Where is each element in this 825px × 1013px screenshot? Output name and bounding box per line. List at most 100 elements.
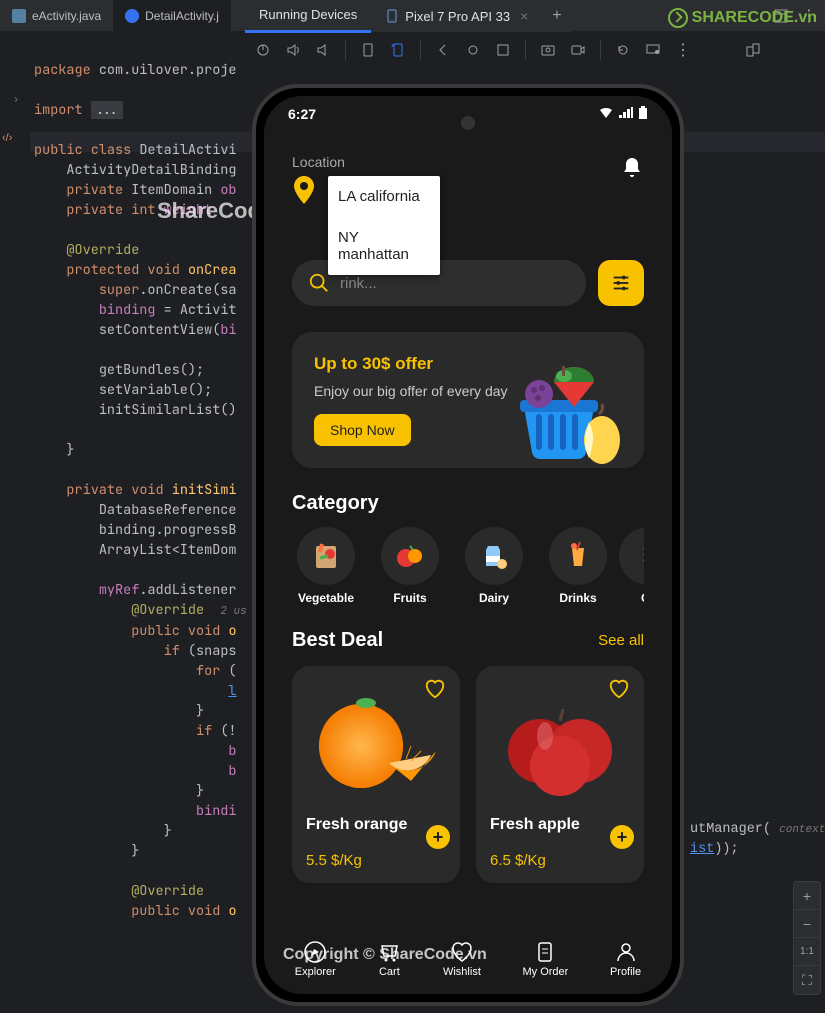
code-text: = Activit: [156, 301, 237, 319]
app-content: Location LA california NY manhattan rink…: [264, 144, 672, 994]
code-editor[interactable]: package com.uilover.proje import ... pub…: [34, 40, 247, 921]
code-text: (!: [220, 722, 236, 740]
signal-icon: [618, 106, 634, 120]
category-label: Dairy: [479, 591, 509, 605]
zoom-in-button[interactable]: +: [794, 882, 820, 910]
link[interactable]: l: [228, 682, 236, 700]
deal-card-apple[interactable]: Fresh apple 6.5 $/Kg +: [476, 666, 644, 883]
offer-card[interactable]: Up to 30$ offer Enjoy our big offer of e…: [292, 332, 644, 468]
dropdown-item-ny[interactable]: NY manhattan: [328, 217, 440, 275]
sharecode-logo: SHARECODE.vn: [668, 8, 817, 28]
add-button[interactable]: +: [426, 825, 450, 849]
volume-down-icon[interactable]: [315, 42, 331, 58]
tab-detailactivity[interactable]: DetailActivity.j: [113, 0, 231, 31]
nav-explorer[interactable]: Explorer: [295, 940, 336, 978]
keyword: public: [34, 141, 83, 159]
variable: binding: [99, 301, 156, 319]
phone-screen[interactable]: 6:27 Location LA california NY manhattan: [264, 96, 672, 994]
drinks-icon: [560, 538, 596, 574]
reload-icon[interactable]: [615, 42, 631, 58]
power-icon[interactable]: [255, 42, 271, 58]
screenshot-icon[interactable]: [540, 42, 556, 58]
category-fruits[interactable]: Fruits: [376, 527, 444, 605]
brace: }: [196, 702, 204, 720]
overview-icon[interactable]: [495, 42, 511, 58]
display-settings-icon[interactable]: [645, 42, 661, 58]
method: o: [228, 622, 236, 640]
heart-icon[interactable]: [608, 678, 630, 700]
dropdown-item-la[interactable]: LA california: [328, 176, 440, 217]
fold-icon[interactable]: ›: [14, 92, 18, 106]
more-icon[interactable]: ⋮: [675, 40, 691, 60]
bottom-nav: Explorer Cart Wishlist My Order Profile: [264, 924, 672, 994]
running-devices-tab[interactable]: Running Devices: [245, 0, 371, 33]
bell-icon[interactable]: [620, 156, 644, 180]
category-drinks[interactable]: Drinks: [544, 527, 612, 605]
code-text: utManager(: [690, 822, 771, 837]
back-icon[interactable]: [435, 42, 451, 58]
link[interactable]: ist: [690, 842, 714, 857]
nav-cart[interactable]: Cart: [377, 940, 401, 978]
vegetable-icon: [308, 538, 344, 574]
close-icon[interactable]: ×: [520, 8, 528, 24]
override-icon[interactable]: ‹/›: [2, 132, 12, 144]
shop-now-button[interactable]: Shop Now: [314, 414, 411, 446]
best-deal-title: Best Deal: [292, 629, 383, 652]
brace: }: [131, 842, 139, 860]
tab-eactivity[interactable]: eActivity.java: [0, 0, 113, 31]
rotate-right-icon[interactable]: [390, 42, 406, 58]
add-device-button[interactable]: +: [542, 7, 571, 25]
code-text: initSimilarList(): [99, 401, 237, 419]
brace: }: [196, 782, 204, 800]
category-dairy[interactable]: Dairy: [460, 527, 528, 605]
keyword: private: [66, 181, 123, 199]
separator: [345, 40, 346, 60]
keyword: void: [147, 261, 179, 279]
deal-card-orange[interactable]: Fresh orange 5.5 $/Kg +: [292, 666, 460, 883]
filter-icon: [610, 272, 632, 294]
nav-label: Wishlist: [443, 966, 481, 978]
record-icon[interactable]: [570, 42, 586, 58]
editor-gutter: › ‹/›: [0, 32, 30, 1012]
deals-list: Fresh orange 5.5 $/Kg + Fresh apple 6.5 …: [292, 666, 644, 883]
see-all-link[interactable]: See all: [598, 632, 644, 649]
code-tail: utManager( context ist));: [690, 800, 825, 860]
code-text: setContentView(: [99, 321, 221, 339]
nav-profile[interactable]: Profile: [610, 940, 641, 978]
java-icon: [125, 9, 139, 23]
device-panel-tabs: Running Devices Pixel 7 Pro API 33 × +: [245, 0, 572, 32]
zoom-fit-button[interactable]: ⛶: [794, 966, 820, 994]
folded-code[interactable]: ...: [91, 101, 123, 119]
resize-icon[interactable]: [745, 42, 761, 58]
keyword: private: [66, 481, 123, 499]
code-text: ArrayList<ItemDom: [99, 541, 237, 559]
add-button[interactable]: +: [610, 825, 634, 849]
zoom-11-button[interactable]: 1:1: [794, 938, 820, 966]
keyword: private: [66, 201, 123, 219]
keyword: class: [91, 141, 132, 159]
device-tab-pixel7[interactable]: Pixel 7 Pro API 33 ×: [371, 0, 542, 32]
location-row: LA california NY manhattan: [292, 176, 644, 204]
category-vegetable[interactable]: Vegetable: [292, 527, 360, 605]
heart-icon: [450, 940, 474, 964]
category-grain[interactable]: Gr: [628, 527, 644, 605]
keyword: void: [131, 481, 163, 499]
volume-up-icon[interactable]: [285, 42, 301, 58]
filter-button[interactable]: [598, 260, 644, 306]
phone-icon: [385, 9, 399, 23]
variable: bindi: [196, 802, 237, 820]
category-list[interactable]: Vegetable Fruits Dairy Drinks Gr: [292, 527, 644, 605]
wifi-icon: [598, 106, 614, 120]
nav-label: Explorer: [295, 966, 336, 978]
rotate-left-icon[interactable]: [360, 42, 376, 58]
profile-icon: [614, 940, 638, 964]
home-icon[interactable]: [465, 42, 481, 58]
class-name: DetailActivi: [139, 141, 236, 159]
code-text: .onCreate(sa: [139, 281, 236, 299]
heart-icon[interactable]: [424, 678, 446, 700]
code-text: DatabaseReference: [99, 501, 237, 519]
hint: 2 us: [220, 604, 246, 618]
nav-myorder[interactable]: My Order: [522, 940, 568, 978]
nav-wishlist[interactable]: Wishlist: [443, 940, 481, 978]
zoom-out-button[interactable]: −: [794, 910, 820, 938]
